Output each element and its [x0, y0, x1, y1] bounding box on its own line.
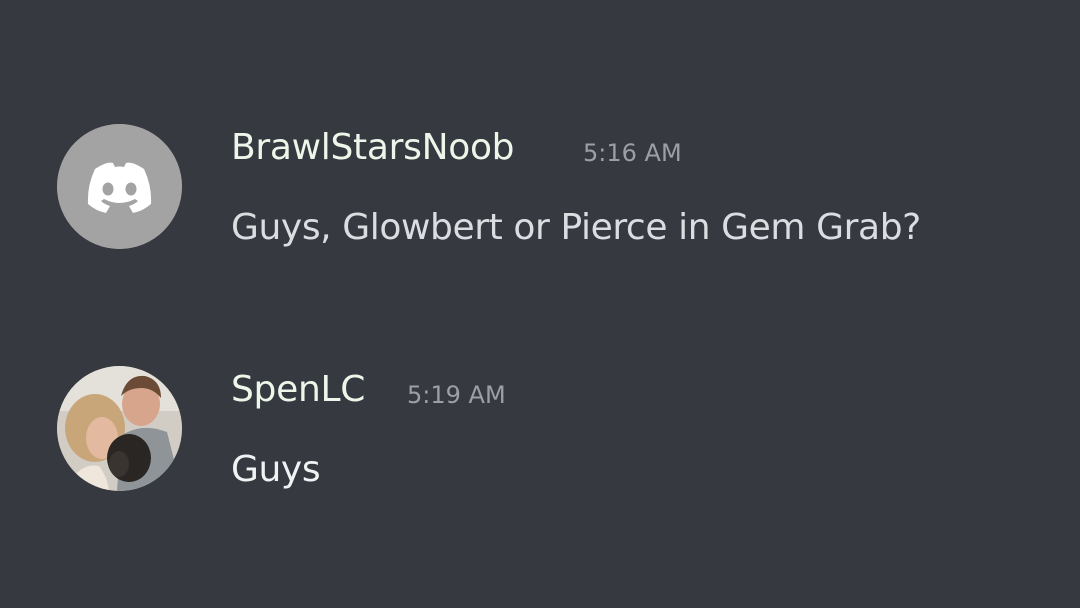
message-content: Guys, Glowbert or Pierce in Gem Grab?: [231, 207, 921, 248]
username[interactable]: BrawlStarsNoob: [231, 126, 515, 170]
username[interactable]: SpenLC: [231, 368, 365, 412]
user-avatar[interactable]: [57, 366, 182, 491]
chat-messages: BrawlStarsNoob 5:16 AM Guys, Glowbert or…: [0, 0, 1080, 608]
user-avatar[interactable]: [57, 124, 182, 249]
timestamp: 5:19 AM: [407, 381, 506, 409]
profile-photo: [57, 366, 182, 491]
discord-logo-icon: [57, 124, 182, 249]
message-content: Guys: [231, 449, 321, 490]
timestamp: 5:16 AM: [583, 139, 682, 167]
